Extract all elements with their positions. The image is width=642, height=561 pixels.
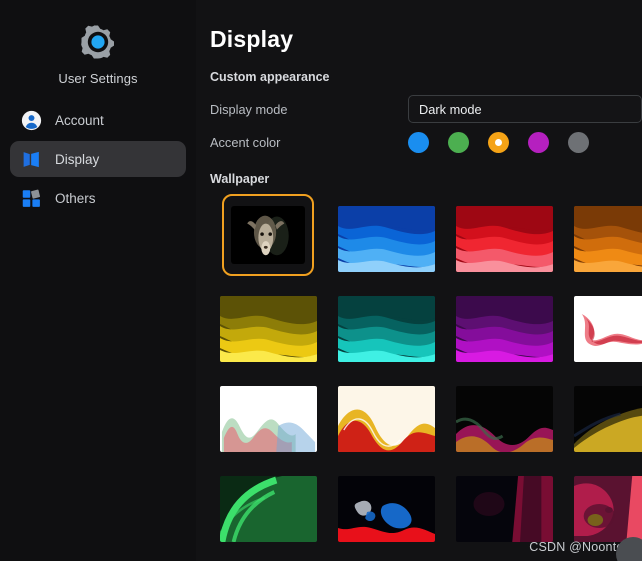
wallpaper-thumb-blue-red-splash[interactable]: [328, 464, 445, 554]
display-panel-icon: [20, 148, 42, 170]
sidebar-item-others-label: Others: [55, 190, 96, 206]
accent-color-swatches: [408, 131, 589, 153]
accent-swatch-gray[interactable]: [568, 131, 589, 153]
display-mode-value: Dark mode: [419, 101, 482, 117]
accent-swatch-blue[interactable]: [408, 131, 429, 153]
wallpaper-thumb-teal-waves[interactable]: [328, 284, 445, 374]
sidebar-nav: Account Display Others: [0, 100, 196, 216]
wallpaper-thumb-orange-waves[interactable]: [564, 194, 642, 284]
wallpaper-thumb-purple-waves[interactable]: [446, 284, 563, 374]
wallpaper-thumb-red-gold-ribbon[interactable]: [328, 374, 445, 464]
accent-color-row: Accent color: [210, 127, 642, 157]
wallpaper-preview: [574, 386, 642, 452]
wallpaper-thumb-magenta-dark-ribbon[interactable]: [446, 374, 563, 464]
wallpaper-preview: [220, 386, 317, 452]
wallpaper-thumb-gold-dark-ribbon[interactable]: [564, 374, 642, 464]
display-mode-select[interactable]: Dark mode: [408, 95, 642, 123]
accent-swatch-purple[interactable]: [528, 131, 549, 153]
wallpaper-preview: [338, 206, 435, 272]
wallpaper-preview: [456, 386, 553, 452]
wallpaper-thumb-pastel-ribbons-white[interactable]: [210, 374, 327, 464]
wallpaper-thumb-yellow-waves[interactable]: [210, 284, 327, 374]
accent-swatch-orange[interactable]: [488, 131, 509, 153]
wallpaper-thumb-green-swirl[interactable]: [210, 464, 327, 554]
sidebar-brand-label: User Settings: [58, 71, 138, 86]
wallpaper-preview: [338, 386, 435, 452]
display-mode-row: Display mode Dark mode: [210, 94, 642, 124]
wallpaper-grid: [210, 194, 642, 554]
wallpaper-preview: [220, 296, 317, 362]
wallpaper-thumb-red-waves[interactable]: [446, 194, 563, 284]
wallpaper-preview: [338, 296, 435, 362]
sidebar-brand: User Settings: [0, 14, 196, 100]
settings-window: User Settings Account Display Others Dis…: [0, 0, 642, 561]
custom-appearance-heading: Custom appearance: [210, 70, 330, 84]
wallpaper-preview: [456, 206, 553, 272]
accent-swatch-green[interactable]: [448, 131, 469, 153]
page-title: Display: [210, 26, 294, 52]
sidebar-item-display[interactable]: Display: [10, 141, 186, 177]
display-mode-label: Display mode: [210, 101, 288, 117]
others-blocks-icon: [20, 187, 42, 209]
sidebar-item-account-label: Account: [55, 112, 104, 128]
sidebar-item-account[interactable]: Account: [10, 102, 186, 138]
wallpaper-preview: [456, 296, 553, 362]
sidebar-item-others[interactable]: Others: [10, 180, 186, 216]
gear-icon: [78, 22, 118, 62]
wallpaper-preview: [338, 476, 435, 542]
main-content: Display Custom appearance Display mode D…: [196, 0, 642, 561]
account-person-icon: [20, 109, 42, 131]
wallpaper-thumb-blue-waves[interactable]: [328, 194, 445, 284]
wallpaper-preview: [220, 476, 317, 542]
wallpaper-heading: Wallpaper: [210, 172, 270, 186]
wallpaper-thumb-goat-portrait-dark[interactable]: [222, 194, 314, 276]
wallpaper-preview: [456, 476, 553, 542]
wallpaper-thumb-red-smoke-white[interactable]: [564, 284, 642, 374]
accent-color-label: Accent color: [210, 134, 281, 150]
watermark-label: CSDN @Noontec: [529, 540, 630, 554]
sidebar: User Settings Account Display Others: [0, 0, 196, 561]
wallpaper-preview: [574, 476, 642, 542]
sidebar-item-display-label: Display: [55, 151, 100, 167]
wallpaper-preview: [574, 206, 642, 272]
wallpaper-preview: [231, 206, 305, 264]
wallpaper-preview: [574, 296, 642, 362]
